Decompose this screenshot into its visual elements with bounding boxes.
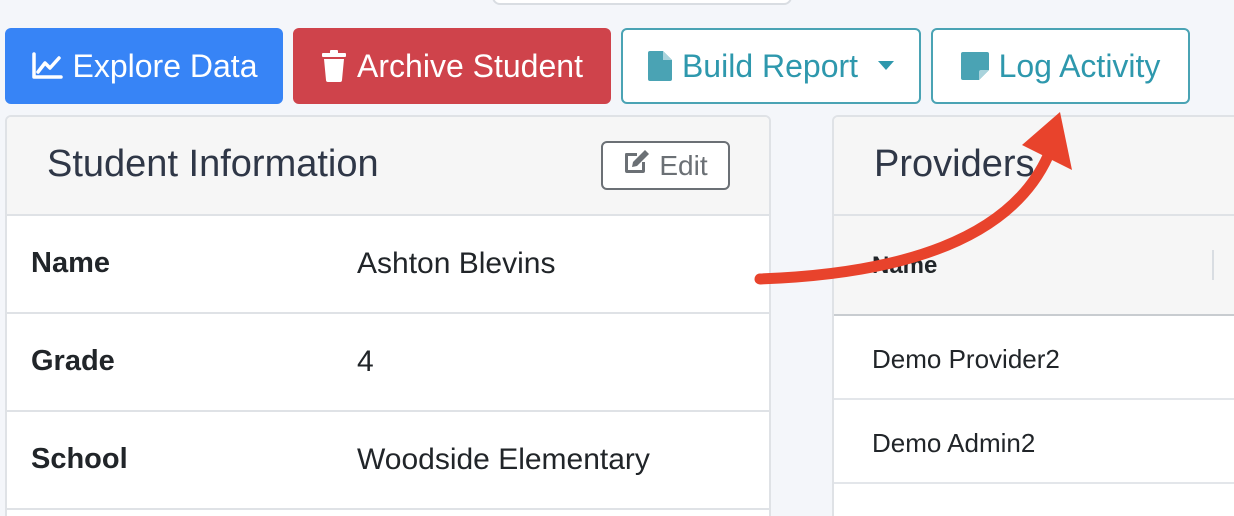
student-information-title: Student Information [47, 143, 379, 185]
trash-icon [321, 50, 347, 82]
providers-title: Providers [874, 143, 1035, 185]
explore-data-button[interactable]: Explore Data [5, 28, 283, 104]
sticky-note-icon [960, 52, 989, 80]
info-value: Woodside Elementary [357, 443, 650, 476]
student-information-card: Student Information Edit Name Ashton Ble… [5, 115, 771, 516]
provider-name: Demo Provider2 [872, 344, 1060, 374]
info-label: Name [31, 247, 110, 279]
archive-student-button[interactable]: Archive Student [293, 28, 611, 104]
student-information-header: Student Information Edit [7, 117, 769, 216]
providers-header: Providers [834, 117, 1234, 216]
build-report-label: Build Report [681, 47, 859, 84]
explore-data-label: Explore Data [72, 47, 258, 84]
log-activity-label: Log Activity [998, 47, 1161, 84]
column-resize-handle[interactable] [1212, 250, 1214, 280]
info-row-name: Name Ashton Blevins [7, 216, 769, 314]
column-header-name[interactable]: Name [872, 252, 937, 280]
file-icon [647, 51, 672, 81]
top-tab [492, 0, 792, 5]
info-label: Grade [31, 345, 115, 377]
providers-table: Name Demo Provider2 Demo Admin2 [834, 216, 1234, 484]
info-label: School [31, 443, 128, 475]
info-value: Ashton Blevins [357, 247, 556, 280]
info-row-grade: Grade 4 [7, 314, 769, 412]
table-row[interactable]: Demo Admin2 [834, 400, 1234, 484]
archive-student-label: Archive Student [357, 47, 583, 84]
caret-down-icon [878, 61, 895, 71]
chart-line-icon [31, 52, 63, 80]
info-value: 4 [357, 345, 374, 378]
providers-card: Providers Name Demo Provider2 Demo Admin… [832, 115, 1234, 516]
build-report-button[interactable]: Build Report [621, 28, 921, 104]
table-row[interactable]: Demo Provider2 [834, 316, 1234, 400]
info-row-school: School Woodside Elementary [7, 412, 769, 510]
edit-button[interactable]: Edit [601, 141, 730, 190]
edit-label: Edit [659, 149, 708, 181]
table-header-row: Name [834, 216, 1234, 316]
log-activity-button[interactable]: Log Activity [931, 28, 1190, 104]
provider-name: Demo Admin2 [872, 428, 1036, 458]
edit-icon [623, 149, 659, 182]
